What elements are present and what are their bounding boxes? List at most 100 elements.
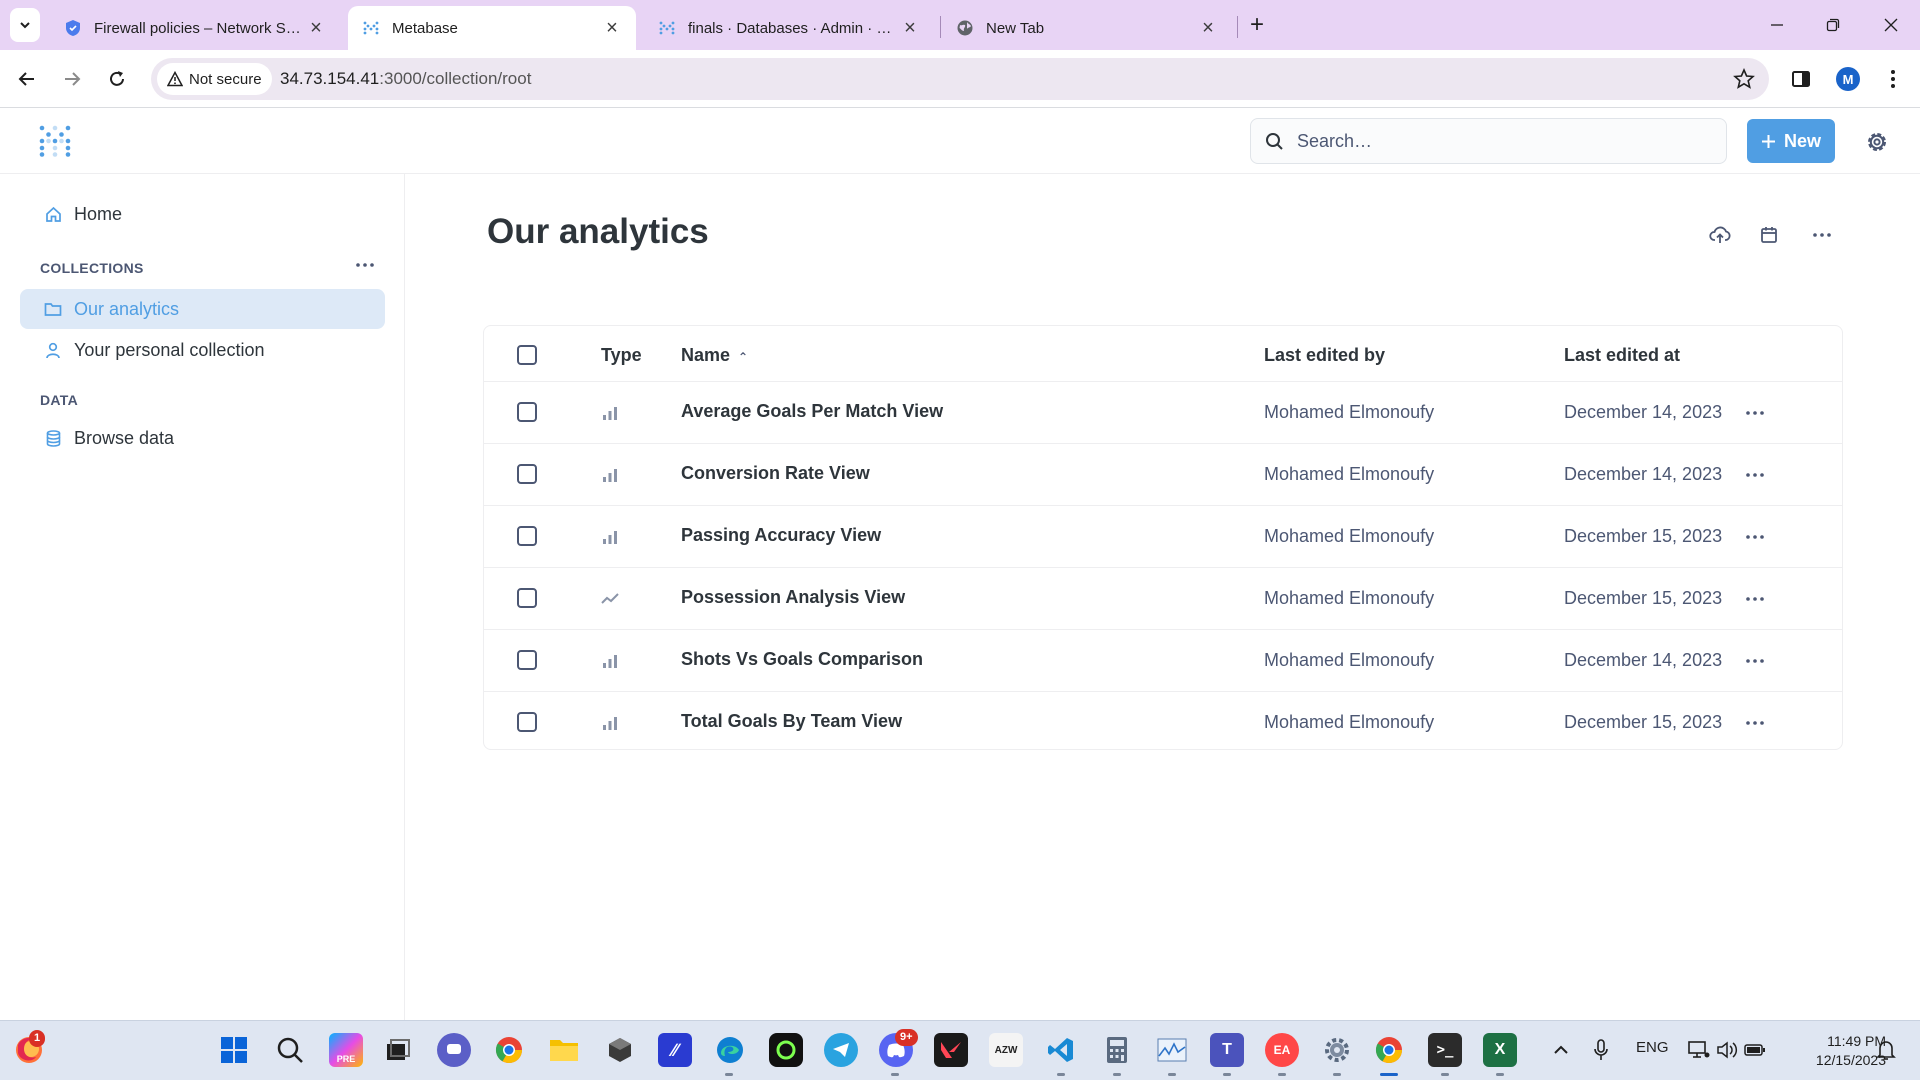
tab-search-button[interactable]: [10, 8, 40, 42]
column-header-name[interactable]: Name ⌃: [681, 345, 748, 366]
tab-metabase[interactable]: Metabase ×: [348, 6, 636, 50]
taskbar-task-manager[interactable]: [1155, 1033, 1189, 1067]
taskbar-excel[interactable]: X: [1483, 1033, 1517, 1067]
row-checkbox[interactable]: [517, 650, 537, 670]
sidebar-item-browse-data[interactable]: Browse data: [20, 418, 385, 458]
new-tab-button[interactable]: +: [1244, 11, 1270, 38]
more-horizontal-icon[interactable]: [1744, 468, 1766, 482]
sidebar-item-personal-collection[interactable]: Your personal collection: [20, 330, 385, 370]
chevron-up-icon[interactable]: [1553, 1043, 1569, 1057]
table-row[interactable]: Conversion Rate View Mohamed Elmonoufy D…: [484, 443, 1842, 505]
taskbar-start[interactable]: [217, 1033, 251, 1067]
page-title: Our analytics: [487, 212, 709, 251]
taskbar-chat[interactable]: [437, 1033, 471, 1067]
item-name[interactable]: Possession Analysis View: [681, 587, 905, 608]
search-box[interactable]: [1250, 118, 1727, 164]
system-clock[interactable]: 11:49 PM 12/15/2023: [1776, 1032, 1886, 1070]
language-indicator[interactable]: ENG: [1636, 1039, 1669, 1056]
window-close-button[interactable]: [1876, 10, 1906, 40]
taskbar-telegram[interactable]: [824, 1033, 858, 1067]
back-button[interactable]: [12, 64, 42, 94]
taskbar-teams[interactable]: T: [1210, 1033, 1244, 1067]
notification-bell-icon[interactable]: [1876, 1039, 1896, 1061]
sidebar: Home COLLECTIONS Our analytics Your pers…: [0, 174, 405, 1020]
gear-icon[interactable]: [1864, 129, 1890, 155]
close-icon[interactable]: ×: [1198, 17, 1218, 39]
reload-button[interactable]: [102, 64, 132, 94]
taskbar-app-editor[interactable]: ∕∕: [658, 1033, 692, 1067]
tab-firewall-policies[interactable]: Firewall policies – Network Secu ×: [50, 6, 340, 50]
metabase-logo-icon[interactable]: [38, 124, 72, 158]
row-checkbox[interactable]: [517, 526, 537, 546]
timeline-button[interactable]: [1756, 222, 1782, 248]
more-horizontal-icon[interactable]: [1744, 406, 1766, 420]
search-input[interactable]: [1297, 119, 1717, 163]
taskbar-chrome[interactable]: [492, 1033, 526, 1067]
volume-icon[interactable]: [1716, 1041, 1738, 1059]
taskbar-task-view[interactable]: [381, 1033, 415, 1067]
table-row[interactable]: Average Goals Per Match View Mohamed Elm…: [484, 381, 1842, 443]
item-name[interactable]: Shots Vs Goals Comparison: [681, 649, 923, 670]
tab-finals-databases[interactable]: finals · Databases · Admin · Met ×: [644, 6, 934, 50]
collection-menu-button[interactable]: [1809, 222, 1835, 248]
column-header-last-edited-by[interactable]: Last edited by: [1264, 345, 1385, 366]
column-header-last-edited-at[interactable]: Last edited at: [1564, 345, 1680, 366]
item-name[interactable]: Conversion Rate View: [681, 463, 870, 484]
more-horizontal-icon[interactable]: [354, 258, 376, 272]
table-row[interactable]: Possession Analysis View Mohamed Elmonou…: [484, 567, 1842, 629]
security-chip[interactable]: Not secure: [157, 63, 272, 95]
item-name[interactable]: Total Goals By Team View: [681, 711, 902, 732]
taskbar-copilot[interactable]: PRE: [329, 1033, 363, 1067]
tab-new-tab[interactable]: New Tab ×: [942, 6, 1232, 50]
taskbar-calculator[interactable]: [1100, 1033, 1134, 1067]
taskbar-settings[interactable]: [1320, 1033, 1354, 1067]
profile-button[interactable]: M: [1833, 64, 1863, 94]
row-checkbox[interactable]: [517, 588, 537, 608]
row-checkbox[interactable]: [517, 402, 537, 422]
side-panel-button[interactable]: [1786, 64, 1816, 94]
more-horizontal-icon[interactable]: [1744, 530, 1766, 544]
more-horizontal-icon[interactable]: [1744, 654, 1766, 668]
row-checkbox[interactable]: [517, 464, 537, 484]
taskbar-terminal[interactable]: >_: [1428, 1033, 1462, 1067]
column-header-type[interactable]: Type: [601, 345, 642, 366]
sidebar-item-our-analytics[interactable]: Our analytics: [20, 289, 385, 329]
close-icon[interactable]: ×: [602, 17, 622, 39]
database-icon: [44, 429, 62, 447]
network-icon[interactable]: [1688, 1041, 1710, 1059]
url-text[interactable]: 34.73.154.41:3000/collection/root: [280, 69, 531, 89]
bookmark-star-icon[interactable]: [1733, 68, 1755, 90]
select-all-checkbox[interactable]: [517, 345, 537, 365]
sidebar-item-home[interactable]: Home: [20, 194, 385, 234]
close-icon: [1884, 18, 1898, 32]
taskbar-search[interactable]: [273, 1033, 307, 1067]
taskbar-edge[interactable]: [713, 1033, 747, 1067]
microphone-icon[interactable]: [1593, 1039, 1609, 1061]
new-button[interactable]: New: [1747, 119, 1835, 163]
battery-icon[interactable]: [1744, 1042, 1766, 1058]
forward-button[interactable]: [57, 64, 87, 94]
restore-button[interactable]: [1818, 10, 1848, 40]
taskbar-app-valorant[interactable]: [934, 1033, 968, 1067]
table-row[interactable]: Total Goals By Team View Mohamed Elmonou…: [484, 691, 1842, 753]
close-icon[interactable]: ×: [306, 17, 326, 39]
taskbar-app-ring[interactable]: [769, 1033, 803, 1067]
taskbar-chrome-profile[interactable]: [1372, 1033, 1406, 1067]
item-name[interactable]: Average Goals Per Match View: [681, 401, 943, 422]
browser-menu-button[interactable]: [1878, 64, 1908, 94]
more-horizontal-icon[interactable]: [1744, 592, 1766, 606]
taskbar-file-explorer[interactable]: [547, 1033, 581, 1067]
upload-button[interactable]: [1707, 222, 1733, 248]
table-row[interactable]: Shots Vs Goals Comparison Mohamed Elmono…: [484, 629, 1842, 691]
minimize-button[interactable]: [1762, 10, 1792, 40]
taskbar-app-cube[interactable]: [603, 1033, 637, 1067]
table-row[interactable]: Passing Accuracy View Mohamed Elmonoufy …: [484, 505, 1842, 567]
address-bar[interactable]: Not secure 34.73.154.41:3000/collection/…: [151, 58, 1769, 100]
taskbar-app-altium[interactable]: AZW: [989, 1033, 1023, 1067]
more-horizontal-icon[interactable]: [1744, 716, 1766, 730]
taskbar-vscode[interactable]: [1044, 1033, 1078, 1067]
close-icon[interactable]: ×: [900, 17, 920, 39]
row-checkbox[interactable]: [517, 712, 537, 732]
taskbar-ea-app[interactable]: EA: [1265, 1033, 1299, 1067]
item-name[interactable]: Passing Accuracy View: [681, 525, 881, 546]
